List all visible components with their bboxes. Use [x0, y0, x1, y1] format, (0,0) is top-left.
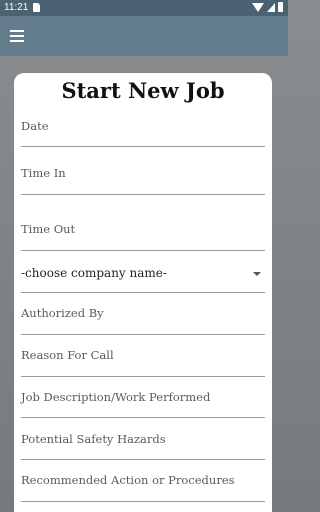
start-new-job-form: Start New Job Date Time In Time Out -cho…	[14, 73, 272, 512]
recommended-action-field-label: Recommended Action or Procedures	[21, 473, 235, 487]
wifi-icon	[252, 2, 264, 12]
status-icons	[252, 2, 283, 12]
company-name-select[interactable]: -choose company name-	[21, 265, 265, 293]
battery-icon	[278, 2, 283, 12]
time-out-field-label: Time Out	[21, 222, 76, 236]
hamburger-menu-icon[interactable]	[10, 30, 24, 42]
status-time: 11:21	[4, 2, 29, 13]
app-bar	[0, 16, 288, 56]
safety-hazards-field-label: Potential Safety Hazards	[21, 432, 166, 446]
recommended-action-field[interactable]: Recommended Action or Procedures	[21, 473, 265, 502]
reason-for-call-field-label: Reason For Call	[21, 348, 114, 362]
authorized-by-field-label: Authorized By	[21, 306, 104, 320]
authorized-by-field[interactable]: Authorized By	[21, 306, 265, 335]
cellular-signal-icon	[267, 2, 275, 12]
status-bar: 11:21	[0, 0, 288, 16]
dropdown-arrow-icon	[253, 272, 261, 276]
job-description-field[interactable]: Job Description/Work Performed	[21, 390, 265, 418]
date-field[interactable]: Date	[21, 117, 265, 147]
form-title: Start New Job	[61, 78, 225, 103]
date-field-label: Date	[21, 119, 49, 133]
safety-hazards-field[interactable]: Potential Safety Hazards	[21, 432, 265, 460]
time-in-field-label: Time In	[21, 166, 66, 180]
job-description-field-label: Job Description/Work Performed	[21, 390, 211, 404]
time-out-field[interactable]: Time Out	[21, 217, 265, 251]
company-name-select-value: -choose company name-	[21, 266, 167, 280]
sd-card-icon	[33, 3, 40, 12]
reason-for-call-field[interactable]: Reason For Call	[21, 348, 265, 377]
time-in-field[interactable]: Time In	[21, 162, 265, 195]
